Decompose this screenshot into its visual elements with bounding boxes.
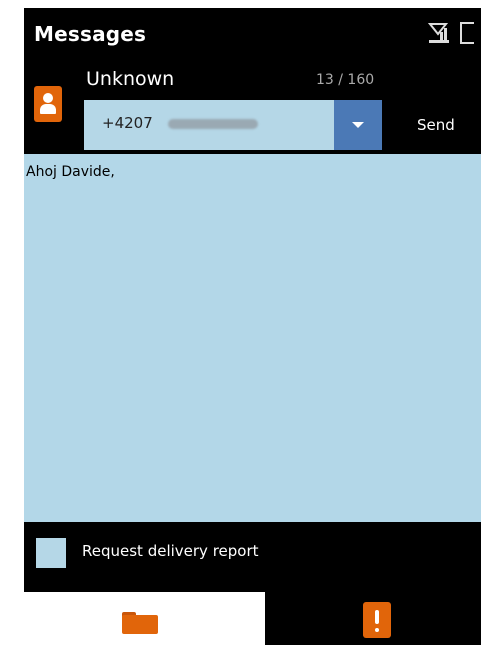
recipient-name: Unknown <box>86 68 175 90</box>
folder-icon <box>122 612 158 634</box>
message-body-field[interactable]: Ahoj Davide, <box>24 154 481 522</box>
signal-icon <box>428 23 449 43</box>
send-button[interactable]: Send <box>417 116 455 134</box>
contact-icon[interactable] <box>34 86 62 122</box>
alert-icon <box>363 602 391 638</box>
recipient-dropdown-button[interactable] <box>334 100 382 150</box>
chevron-down-icon <box>352 122 364 128</box>
options-row: Request delivery report <box>24 522 481 592</box>
battery-icon <box>460 22 474 44</box>
delivery-report-label: Request delivery report <box>82 542 259 560</box>
tab-alerts[interactable] <box>265 592 481 645</box>
alert-icon-dot <box>375 628 379 632</box>
redacted-digits <box>168 119 258 129</box>
contact-icon-body <box>40 104 56 114</box>
recipient-number: +4207 <box>102 114 153 132</box>
tab-folders[interactable] <box>24 592 265 645</box>
char-counter: 13 / 160 <box>316 72 375 88</box>
contact-icon-head <box>43 93 53 103</box>
message-text: Ahoj Davide, <box>26 164 115 180</box>
delivery-report-checkbox[interactable] <box>36 538 66 568</box>
alert-icon-bar <box>375 610 379 624</box>
phone-screen: Messages Unknown 13 / 160 +4207 Send Aho… <box>24 8 481 645</box>
page-title: Messages <box>34 22 147 46</box>
